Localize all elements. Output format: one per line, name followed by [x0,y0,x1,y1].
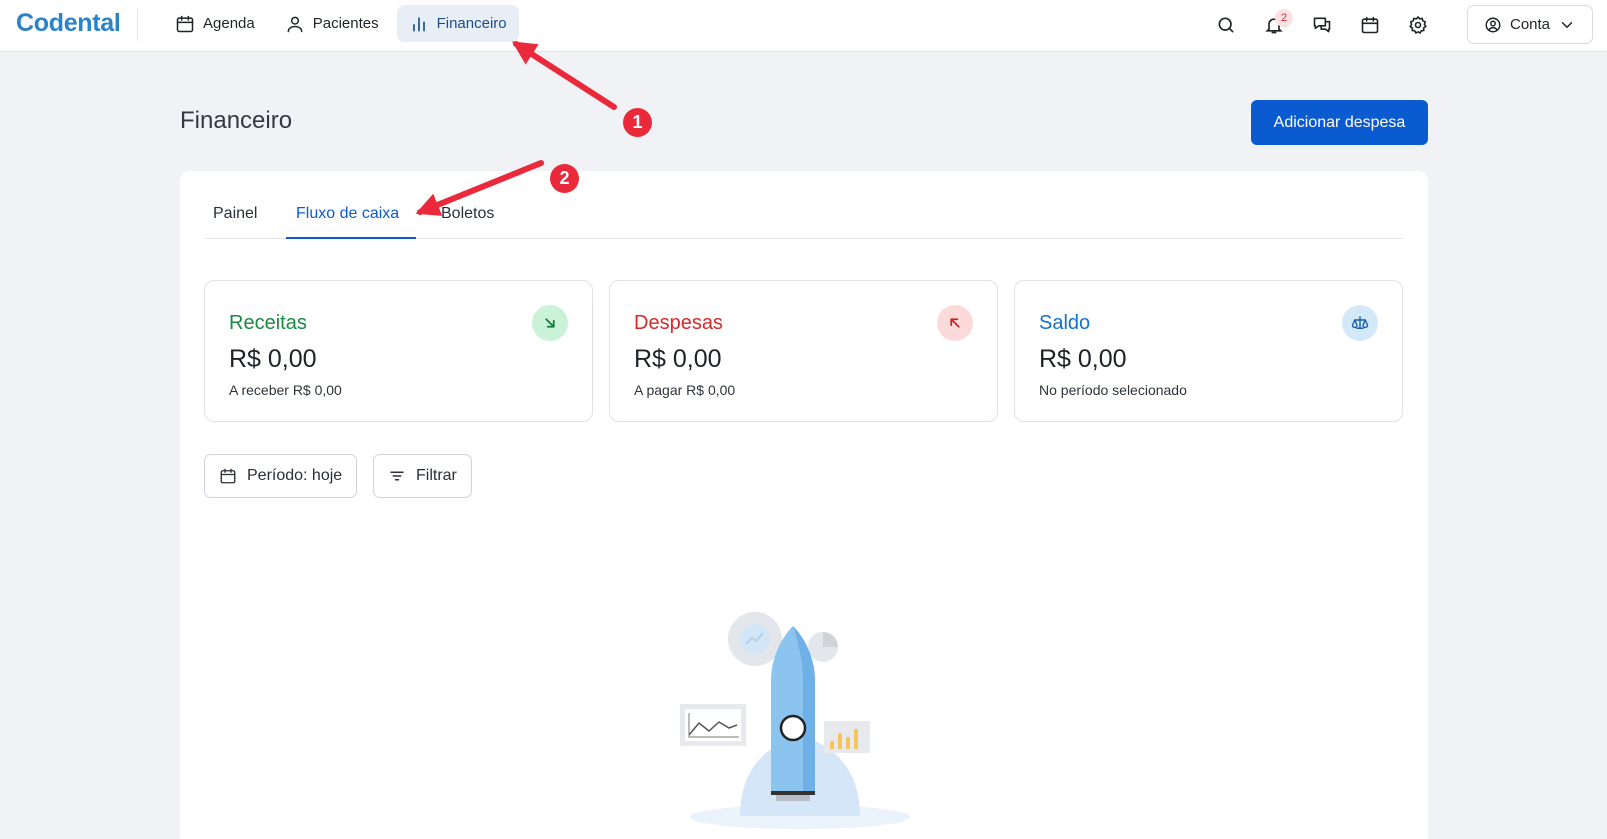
annotation-marker-1: 1 [623,108,652,137]
scale-icon [1351,316,1369,329]
content-card: Painel Fluxo de caixa Boletos Receitas R… [180,171,1428,839]
nav-item-pacientes[interactable]: Pacientes [273,5,391,42]
account-menu-button[interactable]: Conta [1467,5,1593,44]
chat-icon [1313,17,1331,33]
stat-subtitle: A receber R$ 0,00 [229,382,342,398]
app-logo[interactable]: Codental [16,9,121,38]
period-filter-label: Período: hoje [247,467,343,484]
nav-item-financeiro[interactable]: Financeiro [396,5,519,42]
calendar-icon [176,15,194,32]
active-tab-indicator [286,237,416,239]
nav-item-label: Financeiro [436,15,507,32]
stat-icon-bubble [532,305,568,341]
user-icon [287,16,303,32]
stat-amount: R$ 0,00 [634,345,722,373]
annotation-marker-2: 2 [550,164,579,193]
messages-button[interactable] [1306,9,1338,41]
filter-label: Filtrar [416,467,457,484]
arrow-down-right-icon [545,318,555,328]
bar-chart-icon [412,16,425,31]
add-expense-button[interactable]: Adicionar despesa [1251,100,1428,145]
settings-button[interactable] [1402,9,1434,41]
page-title: Financeiro [180,107,293,134]
calendar-button[interactable] [1354,9,1386,41]
account-label: Conta [1509,16,1551,33]
stat-amount: R$ 0,00 [229,345,317,373]
filter-lines-icon [390,471,404,481]
tab-boletos[interactable]: Boletos [441,205,494,223]
nav-item-label: Pacientes [312,15,379,32]
stat-icon-bubble [1342,305,1378,341]
stat-card-despesas: Despesas R$ 0,00 A pagar R$ 0,00 [609,280,998,422]
header-icons: 2 [1210,9,1434,41]
nav-item-agenda[interactable]: Agenda [163,5,267,42]
stat-label: Saldo [1039,312,1091,334]
chevron-down-icon [1561,21,1573,28]
annotation-arrow-1 [511,41,617,110]
logo-divider [137,9,138,41]
search-icon [1218,17,1234,33]
stat-card-receitas: Receitas R$ 0,00 A receber R$ 0,00 [204,280,593,422]
top-bar: Codental Agenda Pacientes Financeiro 2 C… [0,0,1607,52]
tabs-bar: Painel Fluxo de caixa Boletos [204,193,1404,239]
filter-button[interactable]: Filtrar [373,454,472,498]
nav-item-label: Agenda [203,15,255,32]
notification-badge: 2 [1275,9,1293,27]
period-filter-button[interactable]: Período: hoje [204,454,358,498]
stat-label: Receitas [229,312,307,334]
stat-card-saldo: Saldo R$ 0,00 No período selecionado [1014,280,1403,422]
calendar-icon [220,468,236,484]
main-nav: Agenda Pacientes Financeiro [163,5,519,42]
empty-state-rocket-illustration [680,612,910,829]
stat-subtitle: No período selecionado [1039,382,1187,398]
user-circle-icon [1485,17,1501,32]
notifications-button[interactable]: 2 [1258,9,1293,41]
arrow-up-left-icon [950,318,960,328]
stat-label: Despesas [634,312,723,334]
stat-icon-bubble [937,305,973,341]
tab-fluxo-de-caixa[interactable]: Fluxo de caixa [296,205,399,223]
tab-painel[interactable]: Painel [213,205,257,223]
search-button[interactable] [1210,9,1242,41]
stat-subtitle: A pagar R$ 0,00 [634,382,736,398]
stat-amount: R$ 0,00 [1039,345,1127,373]
gear-icon [1409,15,1427,35]
calendar-icon [1361,16,1379,34]
